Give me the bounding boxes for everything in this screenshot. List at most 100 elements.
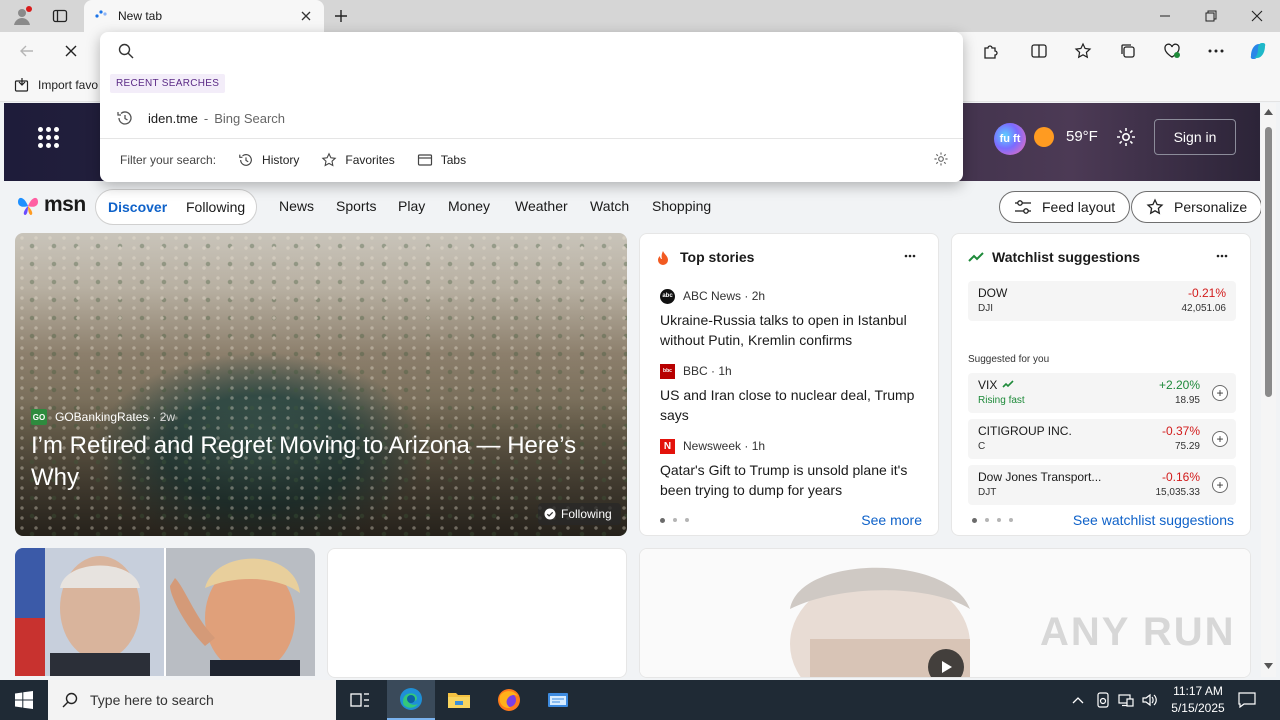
filter-favorites[interactable]: Favorites [321, 152, 395, 168]
close-window-button[interactable] [1234, 0, 1280, 32]
story-source-name: Newsweek [683, 439, 742, 453]
top-stories-title: Top stories [680, 249, 755, 265]
minimize-button[interactable] [1142, 0, 1188, 32]
address-input[interactable] [148, 40, 928, 62]
copilot-badge[interactable]: fu ft [994, 123, 1026, 155]
personalize-button[interactable]: Personalize [1131, 191, 1263, 223]
watchlist-more-button[interactable] [1212, 248, 1232, 264]
stop-loading-button[interactable] [56, 37, 86, 65]
profile-button[interactable] [8, 4, 36, 28]
watchlist-title: Watchlist suggestions [992, 249, 1141, 265]
watchlist-row-citigroup[interactable]: CITIGROUP INC. C -0.37% 75.29 + [968, 419, 1236, 459]
import-favorites-link[interactable]: Import favo [14, 77, 98, 93]
extensions-button[interactable] [976, 37, 1006, 65]
notifications-button[interactable] [1238, 691, 1256, 709]
see-watchlist-suggestions-link[interactable]: See watchlist suggestions [1073, 512, 1234, 528]
filter-history-label: History [262, 153, 300, 167]
scroll-thumb[interactable] [1265, 127, 1272, 397]
news-image-card[interactable] [15, 548, 315, 676]
restore-button[interactable] [1188, 0, 1234, 32]
sun-icon[interactable] [1034, 127, 1054, 147]
filter-tabs[interactable]: Tabs [417, 152, 466, 168]
add-to-watchlist-button[interactable]: + [1212, 431, 1228, 447]
discover-tab[interactable]: Discover [108, 199, 167, 215]
sign-in-button[interactable]: Sign in [1154, 119, 1236, 155]
collections-button[interactable] [1113, 37, 1143, 65]
hero-article-card[interactable]: GO GOBankingRates · 2w I’m Retired and R… [15, 233, 627, 536]
nav-weather[interactable]: Weather [515, 198, 568, 214]
task-view-icon [350, 693, 369, 707]
flame-icon [658, 251, 668, 265]
firefox-icon [498, 689, 520, 711]
nav-sports[interactable]: Sports [336, 198, 376, 214]
scroll-up-button[interactable] [1263, 107, 1274, 117]
abc-news-logo: abc [660, 288, 675, 304]
taskbar-firefox[interactable] [485, 680, 533, 720]
watchlist-row-djt[interactable]: Dow Jones Transport... DJT -0.16% 15,035… [968, 465, 1236, 505]
hero-headline[interactable]: I’m Retired and Regret Moving to Arizona… [31, 430, 611, 494]
play-button[interactable] [928, 649, 964, 677]
task-view-button[interactable] [336, 680, 384, 720]
page-scrollbar[interactable] [1261, 103, 1276, 677]
split-screen-button[interactable] [1024, 37, 1054, 65]
watchlist-row-dow[interactable]: DOW DJI -0.21% 42,051.06 [968, 281, 1236, 321]
nav-watch[interactable]: Watch [590, 198, 629, 214]
scroll-down-button[interactable] [1263, 661, 1274, 671]
back-button[interactable] [12, 37, 42, 65]
stock-name: VIX [978, 378, 998, 392]
taskbar-file-explorer[interactable] [435, 680, 483, 720]
carousel-dots[interactable] [660, 517, 697, 523]
taskbar-app[interactable] [534, 680, 582, 720]
add-to-watchlist-button[interactable]: + [1212, 477, 1228, 493]
app-window-icon [548, 693, 568, 707]
msn-logo[interactable]: msn [16, 193, 86, 217]
tray-device[interactable] [1094, 691, 1112, 709]
gear-icon[interactable] [933, 151, 949, 167]
favorites-button[interactable] [1068, 37, 1098, 65]
settings-more-button[interactable] [1201, 37, 1231, 65]
new-tab-button[interactable] [328, 4, 354, 28]
story-headline[interactable]: US and Iran close to nuclear deal, Trump… [660, 385, 920, 425]
story-headline[interactable]: Ukraine-Russia talks to open in Istanbul… [660, 310, 920, 350]
tab-actions-button[interactable] [46, 4, 74, 28]
taskbar-clock[interactable]: 11:17 AM 5/15/2025 [1160, 683, 1236, 717]
star-icon [321, 152, 337, 167]
clock-date: 5/15/2025 [1171, 701, 1225, 715]
split-screen-icon [1031, 44, 1047, 58]
nav-news[interactable]: News [279, 198, 314, 214]
more-horizontal-icon [1208, 49, 1224, 53]
add-to-watchlist-button[interactable]: + [1212, 385, 1228, 401]
page-settings-button[interactable] [1115, 126, 1137, 151]
story-item[interactable]: bbc BBC · 1h US and Iran close to nuclea… [660, 363, 920, 425]
show-hidden-icons-button[interactable] [1069, 691, 1087, 709]
taskbar-edge[interactable] [387, 680, 435, 720]
close-tab-button[interactable] [298, 8, 314, 24]
nav-shopping[interactable]: Shopping [652, 198, 711, 214]
see-more-link[interactable]: See more [861, 512, 922, 528]
story-item[interactable]: N Newsweek · 1h Qatar's Gift to Trump is… [660, 438, 920, 500]
top-stories-more-button[interactable] [900, 248, 920, 264]
start-button[interactable] [0, 680, 48, 720]
windows-logo-icon [15, 691, 33, 709]
suggested-for-you-label: Suggested for you [968, 354, 1050, 365]
filter-history[interactable]: History [238, 152, 299, 168]
performance-button[interactable] [1157, 37, 1187, 65]
filter-favorites-label: Favorites [345, 153, 395, 167]
feed-layout-button[interactable]: Feed layout [999, 191, 1131, 223]
nav-play[interactable]: Play [398, 198, 425, 214]
story-headline[interactable]: Qatar's Gift to Trump is unsold plane it… [660, 460, 920, 500]
recent-search-item[interactable]: iden.tme - Bing Search [100, 102, 963, 134]
weather-temperature[interactable]: 59°F [1066, 128, 1098, 145]
watchlist-row-vix[interactable]: VIX Rising fast +2.20% 18.95 + [968, 373, 1236, 413]
nav-money[interactable]: Money [448, 198, 490, 214]
tray-volume[interactable] [1141, 691, 1159, 709]
taskbar-search-box[interactable]: Type here to search [48, 680, 336, 720]
following-chip[interactable]: Following [538, 503, 621, 525]
apps-grid-icon[interactable] [38, 127, 60, 149]
tray-network[interactable] [1117, 691, 1135, 709]
copilot-button[interactable] [1243, 37, 1273, 65]
story-item[interactable]: abc ABC News · 2h Ukraine-Russia talks t… [660, 288, 920, 350]
carousel-dots[interactable] [972, 517, 1021, 523]
tab-new-tab[interactable]: New tab [84, 0, 324, 32]
following-tab[interactable]: Following [186, 199, 245, 215]
